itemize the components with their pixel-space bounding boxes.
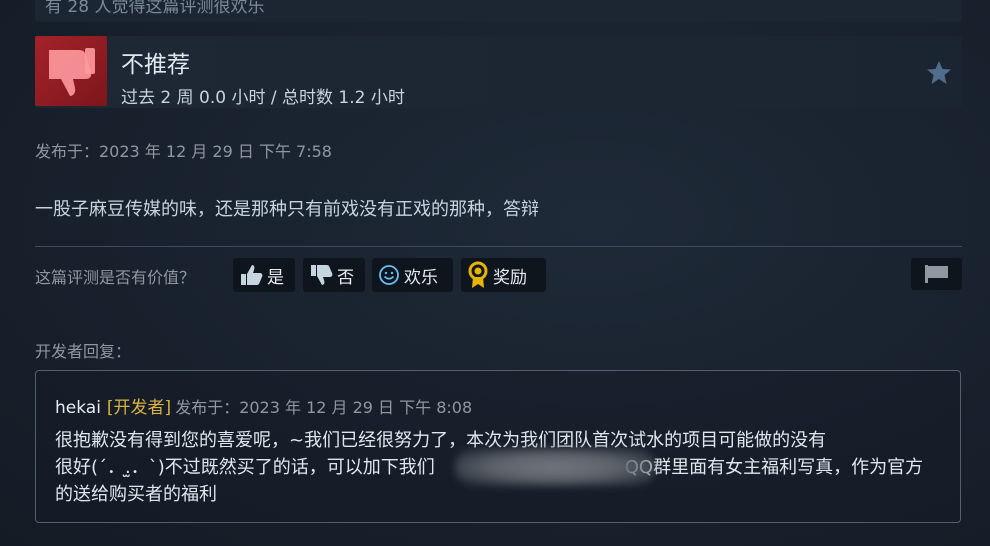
smile-icon (379, 265, 399, 285)
developer-response-line-2-end: QQ群里面有女主福利写真，作为官方 (624, 457, 924, 478)
award-icon (468, 261, 488, 288)
vote-funny-button[interactable]: 欢乐 (372, 258, 453, 292)
star-icon[interactable] (926, 60, 952, 85)
divider (35, 246, 962, 247)
award-button[interactable]: 奖励 (461, 258, 546, 292)
review-verdict: 不推荐 (121, 52, 190, 78)
developer-response-line-2-start: 很好(´．.̫．`)不过既然买了的话，可以加下我们 (55, 457, 435, 478)
vote-yes-button[interactable]: 是 (233, 258, 295, 292)
redaction-blur (455, 448, 655, 486)
thumbs-down-badge (35, 36, 107, 106)
award-label: 奖励 (493, 267, 527, 288)
helpful-question: 这篇评测是否有价值？ (35, 268, 196, 287)
developer-response-label: 开发者回复： (35, 342, 132, 361)
thumbs-down-icon (49, 48, 95, 96)
report-flag-button[interactable] (911, 258, 962, 290)
playtime-hours: 过去 2 周 0.0 小时 / 总时数 1.2 小时 (121, 88, 405, 108)
previous-review-funny-count: 有 28 人觉得这篇评测很欢乐 (45, 0, 265, 17)
vote-no-button[interactable]: 否 (303, 258, 365, 292)
developer-response-header: hekai [开发者] 发布于：2023 年 12 月 29 日 下午 8:08 (55, 393, 472, 418)
review-posted-date: 发布于：2023 年 12 月 29 日 下午 7:58 (35, 142, 332, 161)
developer-name[interactable]: hekai (55, 398, 101, 418)
previous-review-strip: 有 28 人觉得这篇评测很欢乐 (35, 0, 962, 22)
flag-icon (925, 265, 948, 283)
review-body: 一股子麻豆传媒的味，还是那种只有前戏没有正戏的那种，答辩 (35, 199, 539, 220)
thumbs-down-icon (311, 265, 333, 285)
vote-funny-label: 欢乐 (404, 267, 438, 288)
vote-yes-label: 是 (267, 267, 284, 288)
review-vote-header[interactable]: 不推荐 过去 2 周 0.0 小时 / 总时数 1.2 小时 (35, 36, 962, 108)
developer-response-date: 发布于：2023 年 12 月 29 日 下午 8:08 (175, 398, 473, 417)
vote-no-label: 否 (337, 267, 354, 288)
developer-response-box: hekai [开发者] 发布于：2023 年 12 月 29 日 下午 8:08 很… (35, 370, 961, 523)
developer-tag: [开发者] (106, 398, 172, 418)
thumbs-up-icon (241, 265, 263, 285)
